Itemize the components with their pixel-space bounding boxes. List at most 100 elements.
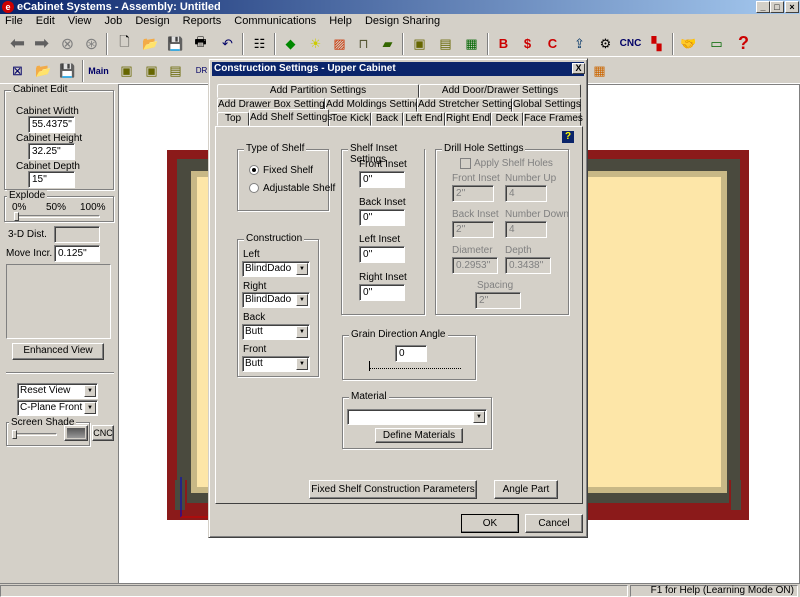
back-inset-field[interactable]: 0'' bbox=[359, 209, 405, 226]
monitor-icon[interactable]: ▭ bbox=[705, 32, 728, 55]
menu-job[interactable]: Job bbox=[105, 15, 123, 27]
grain-angle-slider[interactable] bbox=[369, 365, 461, 369]
report-dollar-icon[interactable]: $ bbox=[516, 32, 539, 55]
open-cabinet-icon[interactable]: 📂 bbox=[32, 59, 55, 82]
tab-toe-kick[interactable]: Toe Kick bbox=[329, 112, 371, 126]
report-b-icon[interactable]: B bbox=[492, 32, 515, 55]
forward-arrow-icon[interactable]: ➡ bbox=[30, 32, 53, 55]
spacing-field[interactable]: 2'' bbox=[475, 292, 521, 309]
angle-part-button[interactable]: Angle Part bbox=[494, 480, 558, 499]
tab-moldings[interactable]: Add Moldings Settings bbox=[325, 98, 426, 112]
cabinet-frame-icon[interactable]: ⊓ bbox=[352, 32, 375, 55]
help-icon[interactable]: ? bbox=[562, 131, 574, 143]
close-window-button[interactable]: × bbox=[785, 1, 799, 13]
panel-icon[interactable]: ▰ bbox=[376, 32, 399, 55]
define-materials-button[interactable]: Define Materials bbox=[375, 428, 463, 443]
construction-front-select[interactable]: Butt ▼ bbox=[242, 356, 310, 372]
screen-shade-thumb[interactable] bbox=[12, 430, 17, 439]
save-icon[interactable]: 💾 bbox=[164, 32, 187, 55]
construction-back-select[interactable]: Butt ▼ bbox=[242, 324, 310, 340]
open-folder-icon[interactable]: 📂 bbox=[139, 32, 162, 55]
main-view-icon[interactable]: Main bbox=[87, 59, 110, 82]
ok-button[interactable]: OK bbox=[461, 514, 519, 533]
cnc-icon[interactable]: CNC bbox=[619, 32, 642, 55]
tab-partition[interactable]: Add Partition Settings bbox=[217, 84, 419, 98]
diameter-field[interactable]: 0.2953'' bbox=[452, 257, 498, 274]
menu-view[interactable]: View bbox=[68, 15, 92, 27]
maximize-button[interactable]: □ bbox=[770, 1, 784, 13]
shade-color-button[interactable] bbox=[64, 425, 88, 441]
3d-dist-field[interactable] bbox=[54, 226, 100, 243]
handshake-icon[interactable]: 🤝 bbox=[677, 32, 700, 55]
move-incr-field[interactable]: 0.125'' bbox=[54, 245, 100, 262]
menu-communications[interactable]: Communications bbox=[234, 15, 316, 27]
minimize-button[interactable]: _ bbox=[756, 1, 770, 13]
settings-list-icon[interactable]: ☷ bbox=[248, 32, 271, 55]
help-question-icon[interactable]: ? bbox=[732, 32, 755, 55]
tab-door-drawer[interactable]: Add Door/Drawer Settings bbox=[419, 84, 581, 98]
menu-design[interactable]: Design bbox=[135, 15, 169, 27]
explode-slider[interactable] bbox=[14, 215, 100, 218]
stop-icon[interactable]: ⊗ bbox=[56, 32, 79, 55]
grid-layout-icon[interactable]: ▦ bbox=[588, 59, 611, 82]
right-inset-field[interactable]: 0'' bbox=[359, 284, 405, 301]
cabinet-view-icon[interactable]: ▣ bbox=[408, 32, 431, 55]
cabinet-depth-field[interactable]: 15'' bbox=[28, 171, 75, 188]
cplane-select[interactable]: C-Plane Front ▼ bbox=[17, 400, 98, 416]
cabinet-height-field[interactable]: 32.25'' bbox=[28, 143, 75, 160]
cabinet-side-icon[interactable]: ▣ bbox=[140, 59, 163, 82]
number-up-field[interactable]: 4 bbox=[505, 185, 547, 202]
construction-left-select[interactable]: BlindDado ▼ bbox=[242, 261, 310, 277]
upload-icon[interactable]: ⇪ bbox=[568, 32, 591, 55]
cancel-button[interactable]: Cancel bbox=[525, 514, 583, 533]
depth-field[interactable]: 0.3438'' bbox=[505, 257, 551, 274]
cabinet-width-field[interactable]: 55.4375'' bbox=[28, 116, 75, 133]
cabinet-top-icon[interactable]: ▤ bbox=[164, 59, 187, 82]
save-cabinet-icon[interactable]: 💾 bbox=[56, 59, 79, 82]
paint-icon[interactable]: ◆ bbox=[279, 32, 302, 55]
fixed-shelf-radio[interactable] bbox=[249, 165, 259, 175]
material-select[interactable]: ▼ bbox=[347, 409, 487, 425]
options-icon[interactable]: ⚙ bbox=[594, 32, 617, 55]
screen-shade-slider[interactable] bbox=[12, 433, 57, 436]
grain-angle-thumb[interactable] bbox=[369, 361, 373, 371]
close-cabinet-icon[interactable]: ⊠ bbox=[6, 59, 29, 82]
grid-icon[interactable]: ▦ bbox=[460, 32, 483, 55]
tab-global[interactable]: Global Settings bbox=[512, 98, 581, 112]
menu-edit[interactable]: Edit bbox=[36, 15, 55, 27]
drill-front-inset-field[interactable]: 2'' bbox=[452, 185, 494, 202]
tab-face-frames[interactable]: Face Frames bbox=[523, 112, 583, 126]
reset-view-select[interactable]: Reset View ▼ bbox=[17, 383, 98, 399]
menu-reports[interactable]: Reports bbox=[183, 15, 222, 27]
tab-deck[interactable]: Deck bbox=[491, 112, 523, 126]
enhanced-view-button[interactable]: Enhanced View bbox=[12, 343, 104, 360]
light-icon[interactable]: ☀ bbox=[304, 32, 327, 55]
tab-shelf[interactable]: Add Shelf Settings bbox=[249, 109, 332, 126]
layout-icon[interactable]: ▚ bbox=[645, 32, 668, 55]
report-c-icon[interactable]: C bbox=[541, 32, 564, 55]
drill-back-inset-field[interactable]: 2'' bbox=[452, 221, 494, 238]
refresh-icon[interactable]: ⊛ bbox=[80, 32, 103, 55]
cabinet-list-icon[interactable]: ▤ bbox=[434, 32, 457, 55]
left-inset-field[interactable]: 0'' bbox=[359, 246, 405, 263]
back-arrow-icon[interactable]: ⬅ bbox=[6, 32, 29, 55]
adjustable-shelf-radio[interactable] bbox=[249, 183, 259, 193]
tab-right-end[interactable]: Right End bbox=[445, 112, 491, 126]
tab-stretcher[interactable]: Add Stretcher Settings bbox=[417, 98, 518, 112]
grain-angle-field[interactable]: 0 bbox=[395, 345, 427, 362]
cabinet-front-icon[interactable]: ▣ bbox=[115, 59, 138, 82]
menu-file[interactable]: File bbox=[5, 15, 23, 27]
dialog-close-button[interactable]: X bbox=[572, 63, 585, 74]
print-icon[interactable]: 🖶 bbox=[189, 32, 212, 55]
tab-back[interactable]: Back bbox=[371, 112, 403, 126]
fixed-shelf-params-button[interactable]: Fixed Shelf Construction Parameters bbox=[309, 480, 477, 499]
menu-design-sharing[interactable]: Design Sharing bbox=[365, 15, 440, 27]
new-file-icon[interactable]: 🗋 bbox=[113, 32, 136, 55]
tab-left-end[interactable]: Left End bbox=[403, 112, 445, 126]
menu-help[interactable]: Help bbox=[329, 15, 352, 27]
explode-slider-thumb[interactable] bbox=[14, 212, 19, 221]
front-inset-field[interactable]: 0'' bbox=[359, 171, 405, 188]
cnc-button[interactable]: CNC bbox=[92, 425, 114, 441]
undo-icon[interactable]: ↶ bbox=[216, 32, 239, 55]
number-down-field[interactable]: 4 bbox=[505, 221, 547, 238]
